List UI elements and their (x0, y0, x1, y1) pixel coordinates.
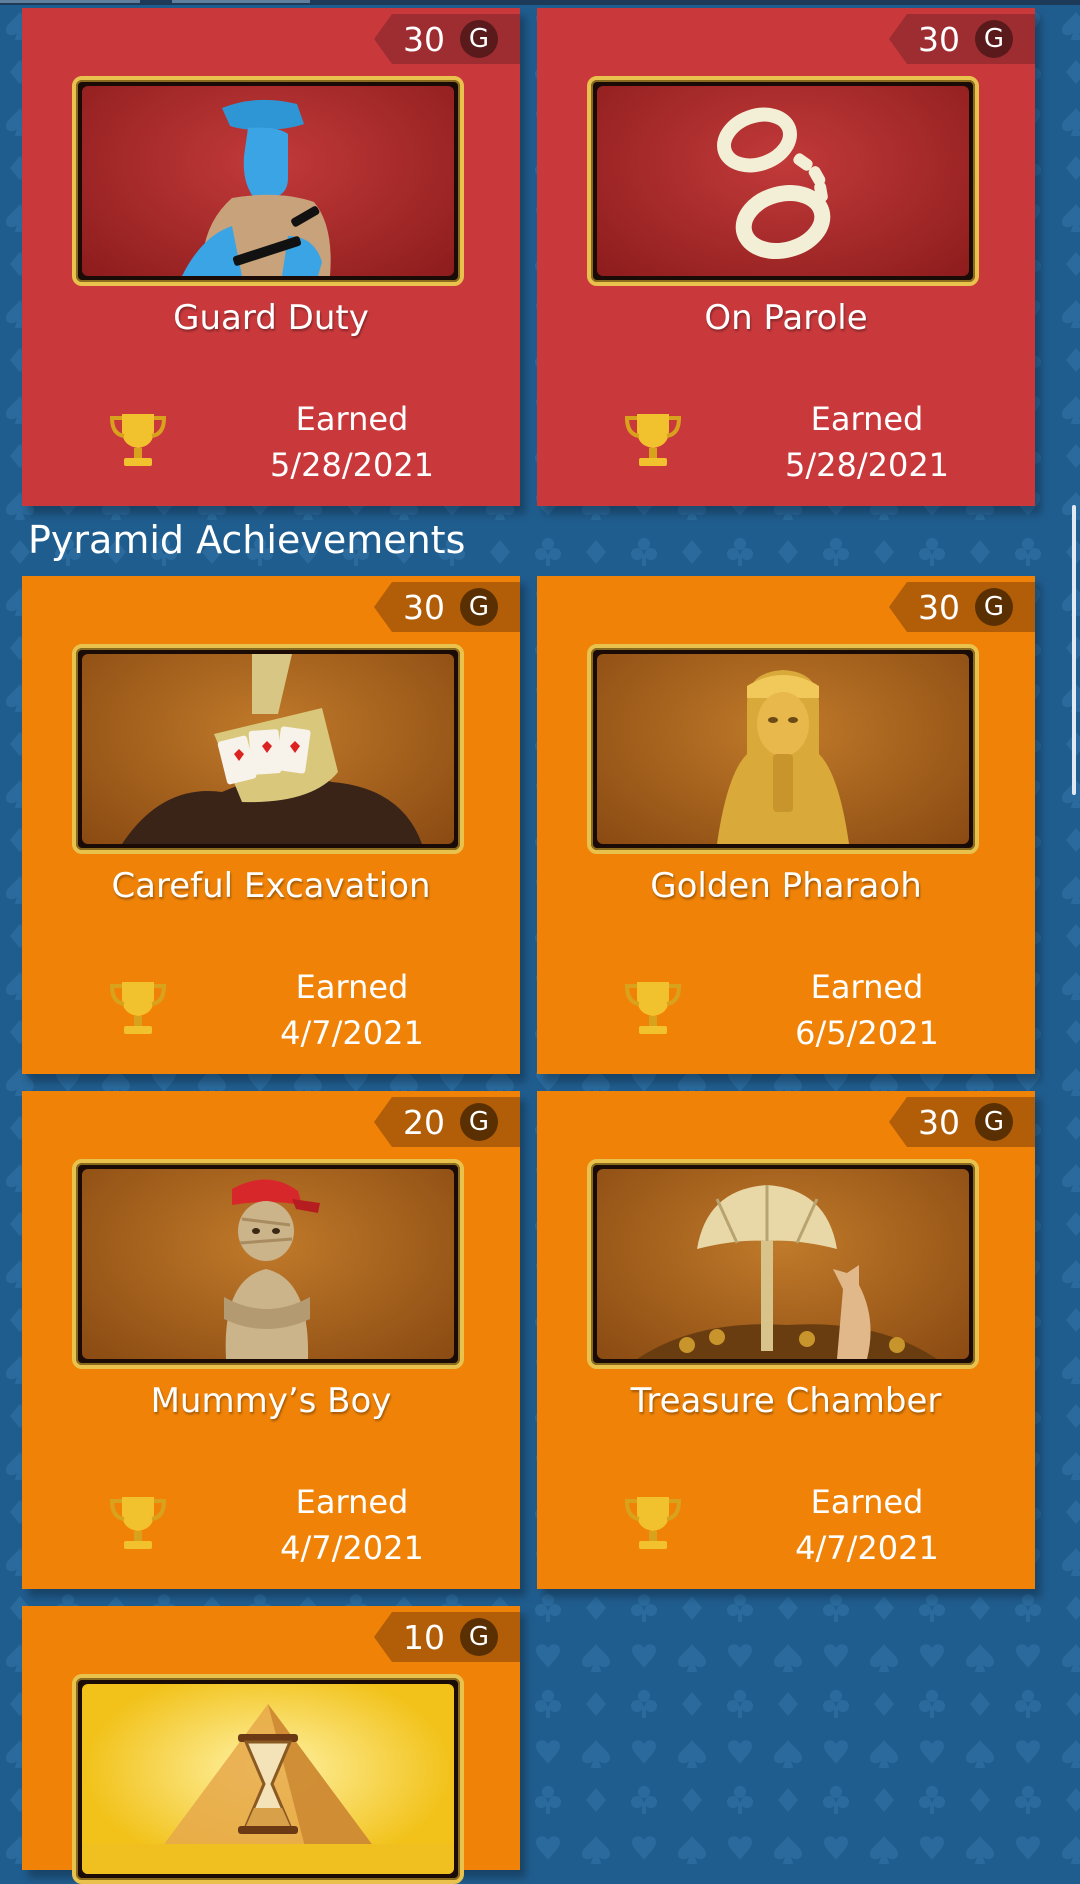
trophy-icon (109, 1497, 167, 1549)
achievement-image-frame (72, 76, 464, 286)
achievement-image-frame (72, 644, 464, 854)
trophy-icon (624, 982, 682, 1034)
earned-label: Earned (295, 400, 409, 438)
earned-date: 5/28/2021 (269, 446, 435, 484)
gamerscore-badge: 30 G (374, 14, 520, 64)
gamerscore-g-icon: G (975, 588, 1013, 626)
gamerscore-badge: 10 G (374, 1612, 520, 1662)
gamerscore-value: 30 (403, 20, 445, 59)
gamerscore-g-icon: G (460, 1103, 498, 1141)
gamerscore-g-icon: G (460, 1618, 498, 1656)
earned-date: 5/28/2021 (784, 446, 950, 484)
achievement-title: Treasure Chamber (630, 1381, 942, 1421)
gamerscore-value: 20 (403, 1103, 445, 1142)
treasure-fan-icon (637, 1185, 937, 1359)
gamerscore-badge: 20 G (374, 1097, 520, 1147)
earned-date: 4/7/2021 (280, 1529, 424, 1567)
guard-icon (182, 99, 331, 276)
achievement-image-frame (587, 1159, 979, 1369)
earned-info: Earned 4/7/2021 (717, 1479, 1017, 1571)
achievement-image-frame (587, 644, 979, 854)
gamerscore-badge: 30 G (889, 582, 1035, 632)
earned-label: Earned (810, 1483, 924, 1521)
achievement-title: Careful Excavation (111, 866, 431, 906)
achievement-card[interactable]: 30 G Treasure Chamber Earned 4/7/2021 (537, 1091, 1035, 1589)
achievement-image-frame (72, 1674, 464, 1884)
achievement-title: On Parole (704, 298, 868, 338)
achievement-title: Mummy’s Boy (150, 1381, 392, 1421)
earned-info: Earned 4/7/2021 (202, 1479, 502, 1571)
gamerscore-badge: 30 G (374, 582, 520, 632)
gamerscore-value: 30 (918, 1103, 960, 1142)
tab-indicator (172, 0, 310, 3)
gamerscore-value: 30 (918, 588, 960, 627)
achievement-image-frame (587, 76, 979, 286)
gamerscore-g-icon: G (975, 1103, 1013, 1141)
earned-label: Earned (810, 400, 924, 438)
gamerscore-badge: 30 G (889, 14, 1035, 64)
trophy-icon (624, 414, 682, 466)
excavation-cards-icon (122, 654, 422, 844)
mummy-icon (224, 1179, 320, 1359)
tab-indicator (0, 0, 140, 3)
gamerscore-value: 30 (403, 588, 445, 627)
section-heading: Pyramid Achievements (28, 518, 466, 562)
earned-date: 4/7/2021 (795, 1529, 939, 1567)
gamerscore-badge: 30 G (889, 1097, 1035, 1147)
trophy-icon (624, 1497, 682, 1549)
earned-label: Earned (295, 1483, 409, 1521)
top-tab-strip (0, 0, 1080, 5)
achievement-title: Golden Pharaoh (650, 866, 922, 906)
achievement-card[interactable]: 30 G Golden Pharaoh Earned 6/5/2021 (537, 576, 1035, 1074)
trophy-icon (109, 982, 167, 1034)
gamerscore-value: 10 (403, 1618, 445, 1657)
achievement-card[interactable]: 30 G Guard Duty Earned 5/28/2021 (22, 8, 520, 506)
achievement-image-frame (72, 1159, 464, 1369)
earned-date: 6/5/2021 (795, 1014, 939, 1052)
achievement-card[interactable]: 10 G (22, 1606, 520, 1884)
earned-label: Earned (295, 968, 409, 1006)
earned-date: 4/7/2021 (280, 1014, 424, 1052)
pharaoh-icon (717, 670, 849, 844)
achievement-card[interactable]: 30 G Careful Excavation Earned 4/7/2021 (22, 576, 520, 1074)
achievement-card[interactable]: 20 G Mummy’s Boy Earned 4/7/2021 (22, 1091, 520, 1589)
gamerscore-g-icon: G (460, 20, 498, 58)
handcuffs-icon (717, 107, 831, 259)
trophy-icon (109, 414, 167, 466)
scrollbar[interactable] (1072, 505, 1076, 795)
achievement-card[interactable]: 30 G On Parole Earned 5/28/2021 (537, 8, 1035, 506)
earned-info: Earned 6/5/2021 (717, 964, 1017, 1056)
earned-info: Earned 5/28/2021 (717, 396, 1017, 488)
earned-info: Earned 4/7/2021 (202, 964, 502, 1056)
gamerscore-value: 30 (918, 20, 960, 59)
achievement-title: Guard Duty (173, 298, 369, 338)
earned-label: Earned (810, 968, 924, 1006)
gamerscore-g-icon: G (975, 20, 1013, 58)
hourglass-pyramid-icon (82, 1704, 454, 1874)
gamerscore-g-icon: G (460, 588, 498, 626)
earned-info: Earned 5/28/2021 (202, 396, 502, 488)
